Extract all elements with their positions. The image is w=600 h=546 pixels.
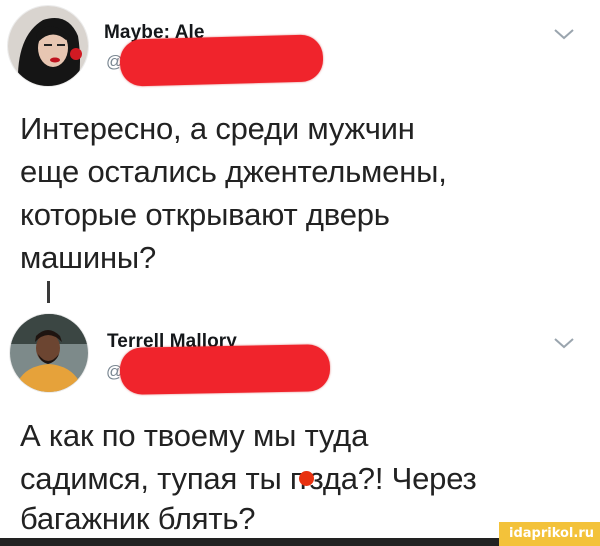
redaction-bar-tweet1 — [119, 34, 324, 87]
chevron-down-icon[interactable] — [553, 336, 575, 350]
tweet2-text-line2-start: садимся, тупая ты п — [20, 461, 307, 496]
tweet2-text-line3: багажник блять? — [20, 501, 256, 536]
tweet2-text-line2-end: зда?! Через — [309, 461, 477, 496]
censor-dot — [298, 471, 314, 487]
tweet1-text-line2: еще остались джентельмены, — [20, 154, 447, 189]
redaction-bar-tweet2 — [119, 344, 331, 395]
watermark: idaprikol.ru — [499, 522, 600, 546]
man-portrait-icon — [10, 314, 88, 392]
tweet1-text-line3: которые открывают дверь — [20, 197, 390, 232]
avatar-tweet2[interactable] — [10, 314, 88, 392]
avatar-tweet1[interactable] — [8, 6, 88, 86]
screenshot-frame: Maybe: Ale @ Интересно, а среди мужчин е… — [0, 0, 600, 546]
tweet2-text-line1: А как по твоему мы туда — [20, 418, 369, 453]
tweet1-text-line4: машины? — [20, 240, 156, 275]
tweet2-text-line2: садимся, тупая ты пзда?! Через — [20, 458, 477, 500]
tweet1-text-line1: Интересно, а среди мужчин — [20, 111, 415, 146]
chevron-down-icon[interactable] — [553, 27, 575, 41]
woman-portrait-icon — [8, 6, 88, 86]
thread-connector — [47, 281, 50, 303]
